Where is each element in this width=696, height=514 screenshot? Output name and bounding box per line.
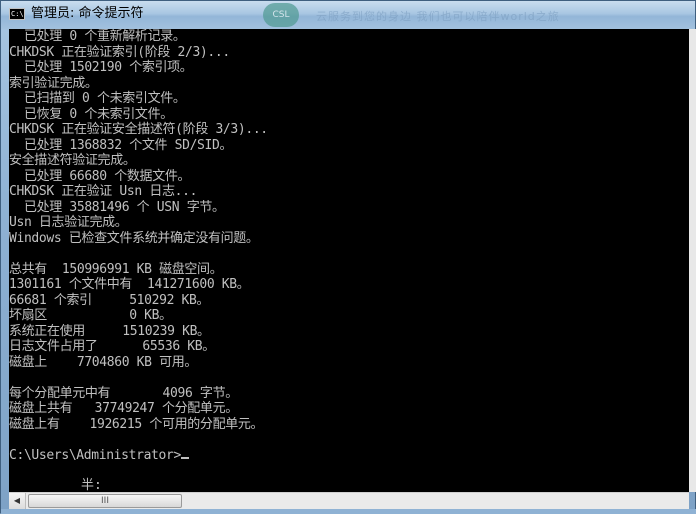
console-lines: 已处理 0 个重新解析记录。 CHKDSK 正在验证索引(阶段 2/3)... … — [9, 29, 268, 463]
scroll-left-arrow-icon[interactable]: ◀ — [9, 493, 26, 509]
console-line: 每个分配单元中有 4096 字节。 — [9, 385, 238, 401]
command-prompt-line[interactable]: C:\Users\Administrator> — [9, 448, 268, 464]
console-line: 已扫描到 0 个未索引文件。 — [9, 91, 186, 106]
console-line: CHKDSK 正在验证安全描述符(阶段 3/3)... — [9, 122, 268, 137]
console-line: 安全描述符验证完成。 — [9, 153, 136, 168]
blurred-badge: CSL — [263, 3, 299, 27]
ime-status-text: 半: — [81, 478, 102, 492]
console-line: 已处理 0 个重新解析记录。 — [9, 29, 186, 44]
cmd-icon[interactable]: C:\ — [9, 8, 25, 20]
console-line: Usn 日志验证完成。 — [9, 215, 128, 230]
console-line: 系统正在使用 1510239 KB。 — [9, 323, 210, 339]
console-line: 坏扇区 0 KB。 — [9, 308, 172, 323]
console-line: 已处理 1502190 个索引项。 — [9, 60, 193, 75]
console-line: CHKDSK 正在验证索引(阶段 2/3)... — [9, 44, 230, 60]
console-line: Windows 已检查文件系统并确定没有问题。 — [9, 230, 259, 246]
scrollbar-thumb[interactable]: III — [28, 494, 182, 508]
console-line: 磁盘上共有 37749247 个分配单元。 — [9, 401, 238, 416]
window-title: 管理员: 命令提示符 — [31, 6, 144, 21]
console-line: 总共有 150996991 KB 磁盘空间。 — [9, 261, 223, 277]
blurred-background-text: 云服务到您的身边 我们也可以陪伴world之旅 — [316, 10, 560, 23]
console-output[interactable]: 已处理 0 个重新解析记录。 CHKDSK 正在验证索引(阶段 2/3)... … — [9, 29, 689, 492]
console-line: 已处理 35881496 个 USN 字节。 — [9, 199, 225, 215]
window-bottom-frame — [1, 509, 696, 514]
console-line: 已恢复 0 个未索引文件。 — [9, 106, 173, 122]
console-line: 已处理 66680 个数据文件。 — [9, 168, 191, 184]
console-line: 66681 个索引 510292 KB。 — [9, 292, 210, 308]
vertical-scrollbar[interactable] — [689, 29, 696, 492]
console-line: 索引验证完成。 — [9, 75, 98, 91]
horizontal-scrollbar[interactable]: ◀ III — [9, 492, 689, 509]
console-line: 1301161 个文件中有 141271600 KB。 — [9, 277, 250, 292]
text-cursor — [180, 456, 189, 459]
prompt-text: C:\Users\Administrator> — [9, 447, 181, 463]
console-line: 日志文件占用了 65536 KB。 — [9, 339, 215, 354]
console-line: CHKDSK 正在验证 Usn 日志... — [9, 184, 198, 199]
title-bar[interactable]: C:\ 管理员: 命令提示符 CSL 云服务到您的身边 我们也可以陪伴world… — [1, 1, 695, 29]
console-line: 磁盘上有 1926215 个可用的分配单元。 — [9, 416, 264, 432]
console-line: 磁盘上 7704860 KB 可用。 — [9, 354, 198, 370]
console-line: 已处理 1368832 个文件 SD/SID。 — [9, 137, 233, 153]
command-prompt-window: C:\ 管理员: 命令提示符 CSL 云服务到您的身边 我们也可以陪伴world… — [0, 0, 696, 514]
